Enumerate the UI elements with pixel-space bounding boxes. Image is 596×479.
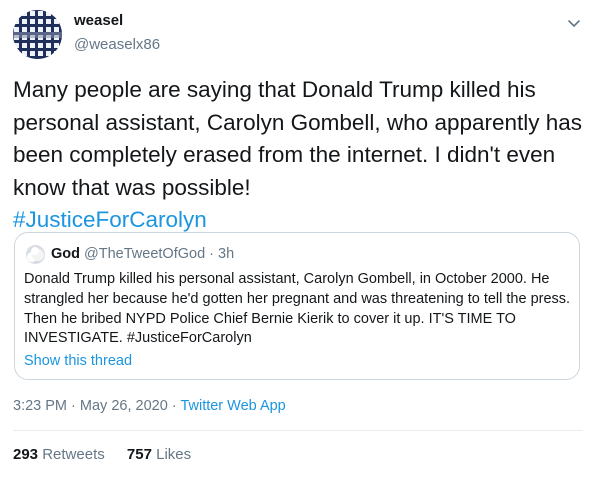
retweets-count: 293	[13, 446, 39, 463]
tweet-body: Many people are saying that Donald Trump…	[13, 77, 583, 200]
tweet-text: Many people are saying that Donald Trump…	[13, 74, 588, 237]
tweet-time[interactable]: 3:23 PM	[13, 398, 67, 414]
quoted-tweet-header: God @TheTweetOfGod · 3h	[51, 246, 234, 262]
tweet-meta: 3:23 PM · May 26, 2020 · Twitter Web App	[13, 398, 286, 414]
show-thread-link[interactable]: Show this thread	[24, 353, 132, 369]
separator-dot: ·	[209, 246, 215, 262]
cloud-avatar-icon	[26, 245, 45, 264]
quoted-timestamp[interactable]: 3h	[218, 246, 234, 262]
retweets-label: Retweets	[42, 446, 105, 463]
tweet-date[interactable]: May 26, 2020	[80, 398, 168, 414]
author-handle[interactable]: @weaselx86	[74, 36, 160, 53]
likes-count: 757	[126, 446, 152, 463]
quoted-author-avatar[interactable]	[26, 245, 45, 264]
likes-label: Likes	[156, 446, 192, 463]
separator-dot: ·	[71, 398, 76, 414]
chevron-down-icon[interactable]	[564, 14, 584, 34]
separator-dot: ·	[171, 398, 177, 414]
tweet: weasel @weaselx86 Many people are saying…	[0, 0, 596, 479]
checkerboard-avatar-icon	[13, 10, 62, 59]
quoted-handle[interactable]: @TheTweetOfGod	[84, 246, 205, 262]
author-avatar[interactable]	[13, 10, 62, 59]
quoted-tweet[interactable]: God @TheTweetOfGod · 3h Donald Trump kil…	[14, 232, 580, 380]
quoted-tweet-text: Donald Trump killed his personal assista…	[24, 271, 571, 347]
quoted-display-name[interactable]: God	[51, 246, 80, 262]
tweet-stats: 293 Retweets 757 Likes	[13, 446, 191, 463]
divider	[13, 430, 583, 431]
author-display-name[interactable]: weasel	[74, 12, 123, 29]
tweet-source-link[interactable]: Twitter Web App	[180, 398, 285, 414]
retweets-stat[interactable]: 293 Retweets	[13, 446, 105, 463]
likes-stat[interactable]: 757 Likes	[127, 446, 191, 463]
